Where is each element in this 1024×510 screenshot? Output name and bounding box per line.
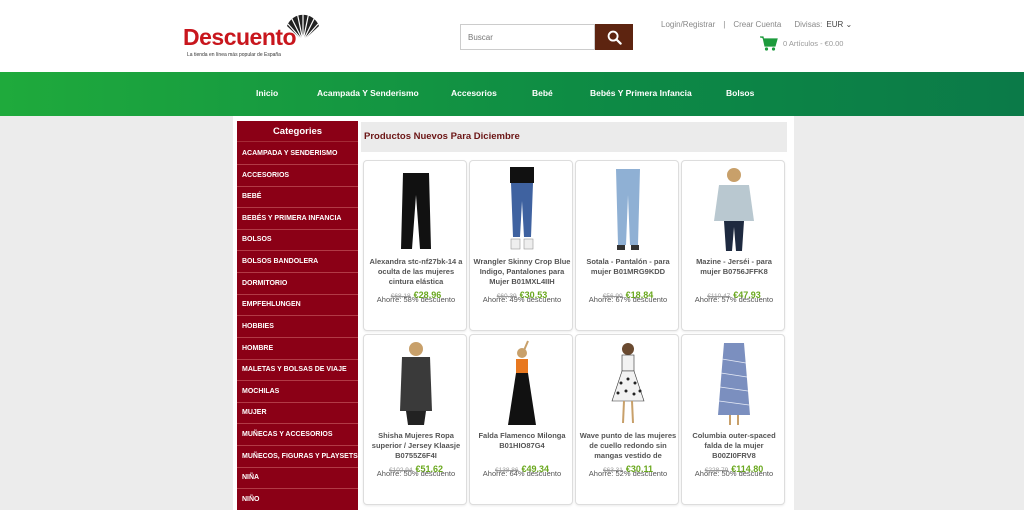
product-saving: Ahorre: 67% descuento (588, 295, 668, 304)
search-input[interactable] (460, 24, 595, 50)
product-name[interactable]: Alexandra stc-nf27bk-14 a oculta de las … (367, 257, 465, 287)
product-image (611, 343, 645, 424)
main-nav: Inicio Acampada Y Senderismo Accesorios … (0, 72, 1024, 116)
product-saving: Ahorre: 50% descuento (694, 469, 774, 478)
product-image (616, 169, 640, 250)
logo-tagline: La tienda en línea más popular de España (187, 52, 281, 58)
nav-item-bolsos[interactable]: Bolsos (726, 88, 754, 98)
nav-item-accesorios[interactable]: Accesorios (451, 88, 497, 98)
nav-item-bebes-primera-infancia[interactable]: Bebés Y Primera Infancia (590, 88, 692, 98)
product-name[interactable]: Columbia outer-spaced falda de la mujer … (685, 431, 783, 461)
product-saving: Ahorre: 64% descuento (482, 469, 562, 478)
product-saving: Ahorre: 50% descuento (376, 469, 456, 478)
login-link[interactable]: Login/Registrar (661, 20, 715, 29)
product-image (400, 342, 432, 425)
sidebar-item-bolsos-bandolera[interactable]: Bolsos Bandolera (237, 252, 358, 273)
categories-sidebar: Categories Acampada y senderismo Accesor… (237, 121, 358, 510)
currency-label: Divisas: (794, 20, 823, 29)
sidebar-item-hombre[interactable]: Hombre (237, 339, 358, 360)
product-card[interactable]: Wave punto de las mujeres de cuello redo… (575, 334, 679, 505)
currency-select[interactable]: EUR ⌄ (826, 20, 852, 29)
link-separator: | (723, 20, 726, 29)
cart-text: 0 Artículos - €0.00 (783, 39, 844, 48)
site-logo[interactable]: Descuento La tienda en línea más popular… (183, 10, 323, 60)
cart-summary[interactable]: 0 Artículos - €0.00 (760, 36, 843, 51)
sidebar-item-nino[interactable]: Niño (237, 490, 358, 510)
logo-text: Descuento (183, 24, 297, 50)
sidebar-item-acampada[interactable]: Acampada y senderismo (237, 144, 358, 165)
search-icon (607, 30, 622, 45)
sidebar-item-nina[interactable]: Niña (237, 468, 358, 489)
search-button[interactable] (595, 24, 633, 50)
site-header: Descuento La tienda en línea más popular… (0, 0, 1024, 72)
product-name[interactable]: Sotala - Pantalón - para mujer B01MRG9KD… (579, 257, 677, 287)
sidebar-item-mochilas[interactable]: Mochilas (237, 382, 358, 403)
product-name[interactable]: Mazine - Jerséi - para mujer B0756JFFK8 (685, 257, 783, 287)
sidebar-item-bolsos[interactable]: Bolsos (237, 230, 358, 251)
sidebar-item-accesorios[interactable]: Accesorios (237, 166, 358, 187)
product-image (714, 168, 754, 251)
product-card[interactable]: Alexandra stc-nf27bk-14 a oculta de las … (363, 160, 467, 331)
account-links: Login/Registrar | Crear Cuenta Divisas: … (661, 20, 852, 29)
currency-value: EUR (826, 20, 844, 29)
product-name[interactable]: Falda Flamenco Milonga B01HIO87G4 (473, 431, 571, 461)
product-name[interactable]: Wrangler Skinny Crop Blue Indigo, Pantal… (473, 257, 571, 287)
sidebar-item-dormitorio[interactable]: Dormitorio (237, 274, 358, 295)
product-saving: Ahorre: 52% descuento (588, 469, 668, 478)
nav-item-bebe[interactable]: Bebé (532, 88, 553, 98)
sidebar-item-hobbies[interactable]: Hobbies (237, 317, 358, 338)
section-title: Productos Nuevos Para Diciembre (361, 122, 787, 152)
product-image (401, 173, 431, 249)
product-card[interactable]: Mazine - Jerséi - para mujer B0756JFFK8 … (681, 160, 785, 331)
product-card[interactable]: Wrangler Skinny Crop Blue Indigo, Pantal… (469, 160, 573, 331)
sidebar-item-munecas[interactable]: Muñecas y accesorios (237, 425, 358, 446)
sidebar-item-bebe[interactable]: Bebé (237, 187, 358, 208)
nav-item-inicio[interactable]: Inicio (256, 88, 278, 98)
sidebar-title: Categories (237, 121, 358, 142)
sidebar-item-munecos[interactable]: Muñecos, figuras y playsets (237, 447, 358, 468)
product-image (718, 343, 750, 425)
sidebar-item-maletas[interactable]: Maletas y bolsas de viaje (237, 360, 358, 381)
product-name[interactable]: Wave punto de las mujeres de cuello redo… (579, 431, 677, 461)
product-saving: Ahorre: 57% descuento (694, 295, 774, 304)
sidebar-item-mujer[interactable]: Mujer (237, 403, 358, 424)
product-image (508, 340, 536, 425)
sidebar-item-bebes[interactable]: Bebés y primera infancia (237, 209, 358, 230)
product-name[interactable]: Shisha Mujeres Ropa superior / Jersey Kl… (367, 431, 465, 461)
product-card[interactable]: Sotala - Pantalón - para mujer B01MRG9KD… (575, 160, 679, 331)
product-card[interactable]: Columbia outer-spaced falda de la mujer … (681, 334, 785, 505)
chevron-down-icon: ⌄ (845, 20, 853, 29)
product-card[interactable]: Shisha Mujeres Ropa superior / Jersey Kl… (363, 334, 467, 505)
cart-icon (760, 36, 778, 51)
product-image (510, 167, 534, 250)
product-card[interactable]: Falda Flamenco Milonga B01HIO87G4 €138.8… (469, 334, 573, 505)
shell-logo-icon (287, 10, 319, 42)
sidebar-item-empfehlungen[interactable]: Empfehlungen (237, 295, 358, 316)
nav-item-acampada[interactable]: Acampada Y Senderismo (317, 88, 419, 98)
product-saving: Ahorre: 58% descuento (376, 295, 456, 304)
product-saving: Ahorre: 49% descuento (482, 295, 562, 304)
create-account-link[interactable]: Crear Cuenta (733, 20, 781, 29)
